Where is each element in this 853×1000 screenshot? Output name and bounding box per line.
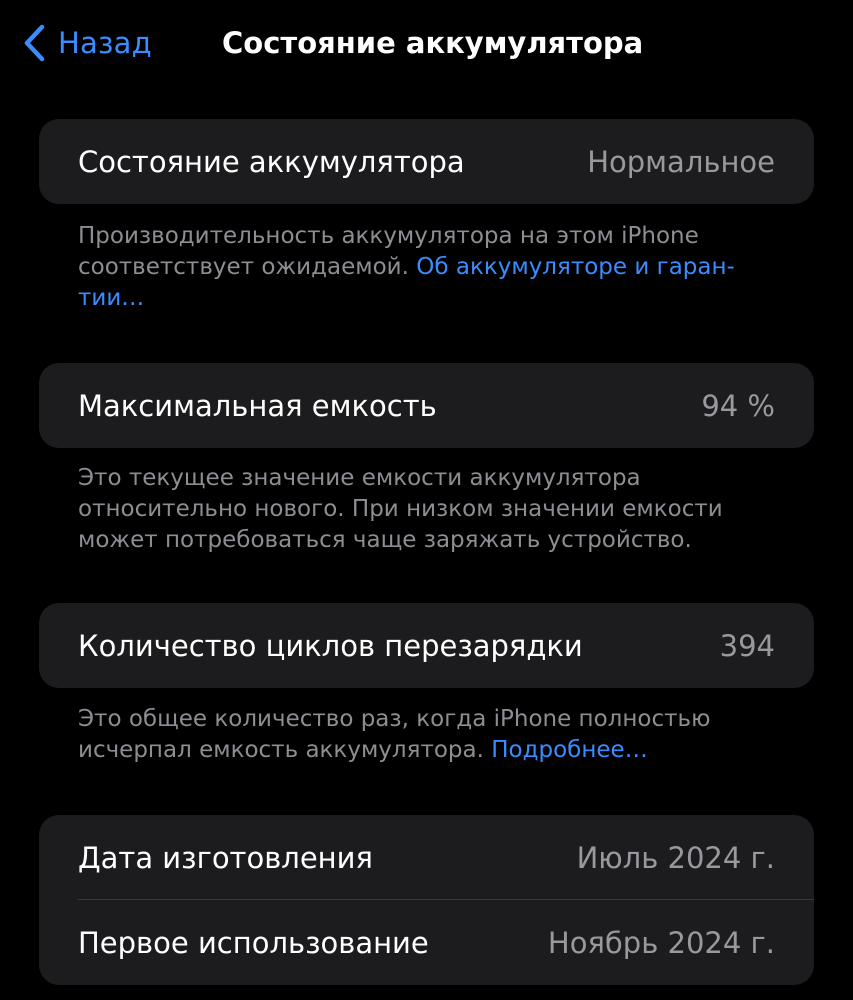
- max-capacity-card: Максимальная емкость 94 %: [39, 363, 814, 448]
- back-button[interactable]: Назад: [22, 20, 152, 66]
- battery-health-value: Нормальное: [587, 144, 775, 179]
- max-capacity-footnote: Это текущее значение емкости аккумулятор…: [78, 463, 758, 556]
- battery-health-row: Состояние аккумулятора Нормальное: [39, 119, 814, 204]
- first-use-row: Первое использование Ноябрь 2024 г.: [39, 900, 814, 985]
- manufacture-date-label: Дата изготовления: [78, 840, 373, 875]
- manufacture-date-value: Июль 2024 г.: [576, 840, 775, 875]
- cycle-count-card: Количество циклов перезарядки 394: [39, 603, 814, 688]
- learn-more-link[interactable]: Подробнее…: [491, 737, 647, 763]
- max-capacity-value: 94 %: [701, 388, 775, 423]
- battery-health-footnote: Производительность аккумулятора на этом …: [78, 221, 758, 314]
- max-capacity-label: Максимальная емкость: [78, 388, 437, 423]
- cycle-count-row: Количество циклов перезарядки 394: [39, 603, 814, 688]
- cycle-count-footnote: Это общее количество раз, когда iPhone п…: [78, 704, 758, 766]
- first-use-label: Первое использование: [78, 925, 429, 960]
- chevron-left-icon: [22, 23, 46, 63]
- max-capacity-row: Максимальная емкость 94 %: [39, 363, 814, 448]
- first-use-value: Ноябрь 2024 г.: [547, 925, 775, 960]
- navigation-bar: Назад Состояние аккумулятора: [0, 0, 853, 86]
- cycle-count-label: Количество циклов перезарядки: [78, 628, 583, 663]
- back-button-label: Назад: [58, 26, 152, 60]
- max-capacity-footnote-text: Это текущее значение емкости аккумулятор…: [78, 465, 723, 553]
- battery-health-card: Состояние аккумулятора Нормальное: [39, 119, 814, 204]
- dates-card: Дата изготовления Июль 2024 г. Первое ис…: [39, 815, 814, 985]
- battery-health-label: Состояние аккумулятора: [78, 144, 465, 179]
- manufacture-date-row: Дата изготовления Июль 2024 г.: [39, 815, 814, 900]
- page-title: Состояние аккумулятора: [222, 26, 644, 60]
- cycle-count-value: 394: [719, 628, 775, 663]
